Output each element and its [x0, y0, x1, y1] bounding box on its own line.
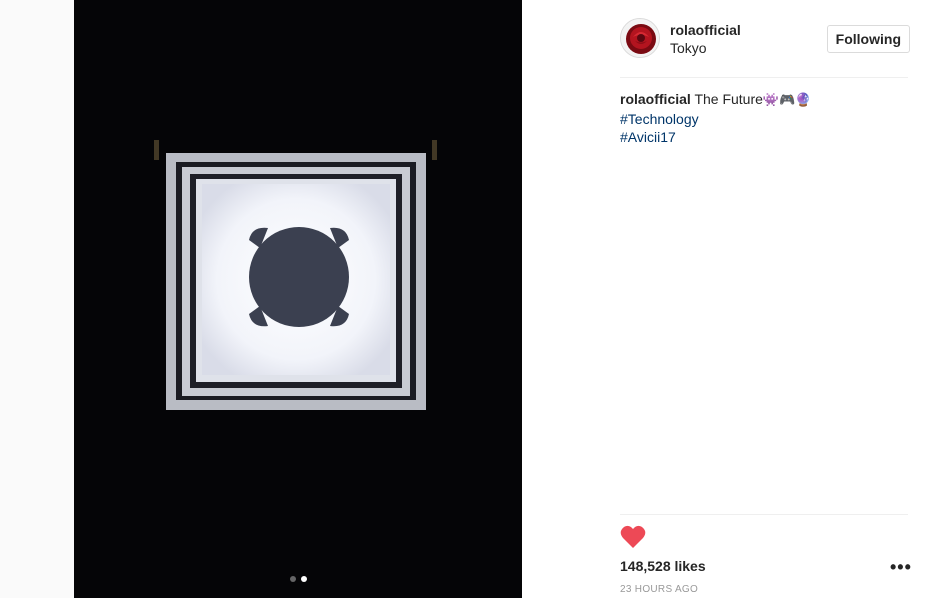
hashtag-link[interactable]: #Avicii17 [620, 128, 910, 146]
username-link[interactable]: rolaofficial [670, 22, 741, 38]
light-fixture [249, 227, 349, 327]
hashtag-link[interactable]: #Technology [620, 110, 910, 128]
caption-text: The Future [694, 91, 763, 107]
post-media[interactable] [74, 0, 522, 598]
rose-avatar-icon[interactable] [620, 18, 660, 58]
divider [620, 77, 908, 78]
post-photo [74, 0, 522, 598]
carousel-indicator [74, 576, 522, 582]
caption-username-link[interactable]: rolaofficial [620, 91, 691, 107]
likes-count[interactable]: 148,528 likes [620, 558, 706, 574]
post-header: rolaofficial Tokyo Following [620, 18, 910, 62]
post-caption: rolaofficial The Future👾🎮🔮 #Technology #… [620, 90, 910, 146]
post-timestamp[interactable]: 23 HOURS AGO [620, 584, 698, 595]
heart-icon[interactable] [620, 525, 646, 549]
carousel-dot-active[interactable] [300, 576, 307, 582]
carousel-dot[interactable] [289, 576, 296, 582]
location-link[interactable]: Tokyo [670, 40, 707, 56]
post-details-panel: rolaofficial Tokyo Following rolaofficia… [522, 0, 936, 598]
divider [620, 514, 908, 515]
more-options-icon[interactable]: ••• [890, 558, 911, 580]
following-button[interactable]: Following [826, 25, 910, 53]
caption-emoji: 👾🎮🔮 [762, 93, 812, 108]
